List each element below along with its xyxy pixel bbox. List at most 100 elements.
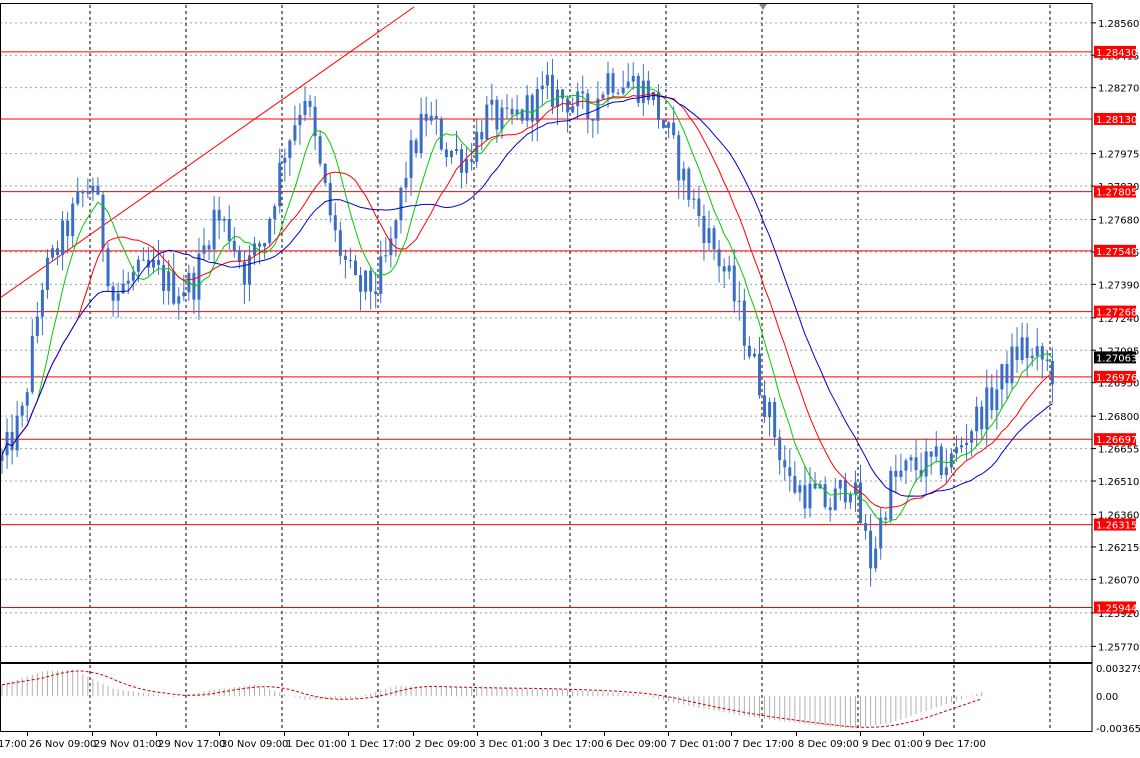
- candle-body: [354, 260, 357, 276]
- candle-body: [1015, 346, 1019, 360]
- candle-body: [217, 209, 221, 221]
- candle-body: [803, 485, 807, 509]
- candle-body: [318, 136, 322, 164]
- price-tick-label: 1.26800: [1098, 412, 1139, 423]
- level-label: 1.26697: [1096, 435, 1137, 446]
- candle-body: [616, 92, 620, 94]
- candle-body: [359, 275, 363, 292]
- candle-body: [1000, 364, 1004, 390]
- candle-body: [510, 108, 514, 115]
- candle-body: [889, 470, 893, 520]
- candle-body: [106, 248, 110, 287]
- time-tick-label: 9 Dec 01:00: [862, 739, 923, 750]
- candle-body: [631, 75, 635, 82]
- candle-body: [505, 107, 509, 109]
- candle-body: [424, 113, 428, 121]
- candle-body: [944, 467, 948, 476]
- candle-body: [864, 523, 868, 531]
- candle-body: [742, 300, 746, 346]
- candle-body: [571, 106, 575, 113]
- candle-body: [449, 151, 453, 158]
- time-tick-label: 29 Nov 01:00: [94, 739, 161, 750]
- candle-body: [364, 270, 368, 292]
- level-label: 1.28130: [1096, 115, 1137, 126]
- candle-body: [848, 494, 852, 503]
- candle-body: [788, 467, 792, 477]
- candle-body: [763, 395, 767, 418]
- candle-body: [343, 255, 347, 260]
- candle-body: [56, 248, 60, 256]
- candle-body: [975, 406, 979, 432]
- candle-body: [606, 73, 610, 95]
- candle-body: [768, 401, 772, 418]
- candle-body: [303, 100, 307, 116]
- current-price-label: 1.27063: [1096, 353, 1137, 364]
- candle-body: [621, 87, 625, 94]
- candle-body: [136, 259, 140, 272]
- candle-body: [823, 484, 827, 508]
- candle-body: [828, 507, 832, 511]
- candle-body: [439, 119, 443, 150]
- candle-body: [253, 243, 256, 256]
- time-tick-label: 8 Dec 09:00: [798, 739, 859, 750]
- candle-body: [35, 316, 39, 336]
- candle-body: [328, 183, 332, 216]
- candle-body: [126, 280, 130, 284]
- level-label: 1.27540: [1096, 247, 1137, 258]
- candle-body: [61, 220, 65, 256]
- candle-body: [121, 283, 125, 294]
- candle-body: [985, 387, 989, 430]
- candle-body: [939, 446, 943, 476]
- time-tick-label: 30 Nov 09:00: [221, 739, 288, 750]
- price-tick-label: 1.26215: [1098, 543, 1139, 554]
- candle-body: [500, 107, 504, 130]
- candle-body: [237, 250, 241, 262]
- candle-body: [995, 389, 999, 411]
- time-tick-label: 7 Dec 01:00: [670, 739, 731, 750]
- candle-body: [626, 81, 630, 88]
- candle-body: [293, 125, 297, 141]
- price-chart[interactable]: 1.285601.284151.282701.279751.278301.276…: [0, 0, 1140, 754]
- candle-body: [727, 265, 731, 272]
- candle-body: [177, 296, 181, 304]
- candle-body: [51, 248, 54, 258]
- candle-body: [773, 401, 777, 438]
- candle-body: [141, 259, 145, 261]
- candle-body: [283, 158, 287, 163]
- candle-body: [495, 99, 499, 130]
- level-label: 1.25944: [1096, 603, 1137, 614]
- candle-body: [591, 118, 595, 121]
- candle-body: [338, 230, 342, 256]
- candle-body: [960, 445, 963, 448]
- candle-body: [66, 220, 70, 237]
- candle-body: [490, 99, 494, 105]
- candle-body: [1010, 346, 1014, 384]
- candle-body: [899, 470, 903, 477]
- candle-body: [460, 149, 464, 173]
- candle-body: [874, 548, 878, 569]
- candle-body: [1020, 337, 1024, 360]
- candle-body: [25, 392, 29, 406]
- candle-body: [712, 228, 716, 250]
- candle-body: [752, 353, 756, 357]
- time-tick-label: 7 Dec 17:00: [733, 739, 794, 750]
- price-tick-label: 1.28560: [1098, 19, 1139, 30]
- candle-body: [394, 220, 398, 239]
- candle-body: [732, 265, 736, 302]
- candle-body: [81, 191, 85, 194]
- candle-body: [677, 135, 681, 181]
- candle-body: [949, 453, 953, 468]
- candle-body: [207, 245, 211, 250]
- candle-body: [833, 488, 837, 511]
- candle-body: [212, 209, 216, 250]
- candle-body: [263, 242, 267, 247]
- candle-body: [808, 483, 812, 509]
- candle-body: [288, 140, 292, 159]
- candle-body: [970, 431, 974, 443]
- time-tick-label: 1 Dec 01:00: [286, 739, 347, 750]
- candle-body: [1035, 346, 1039, 356]
- candle-body: [323, 163, 327, 184]
- candle-body: [1040, 346, 1044, 360]
- candle-body: [581, 91, 585, 94]
- candle-body: [101, 194, 105, 249]
